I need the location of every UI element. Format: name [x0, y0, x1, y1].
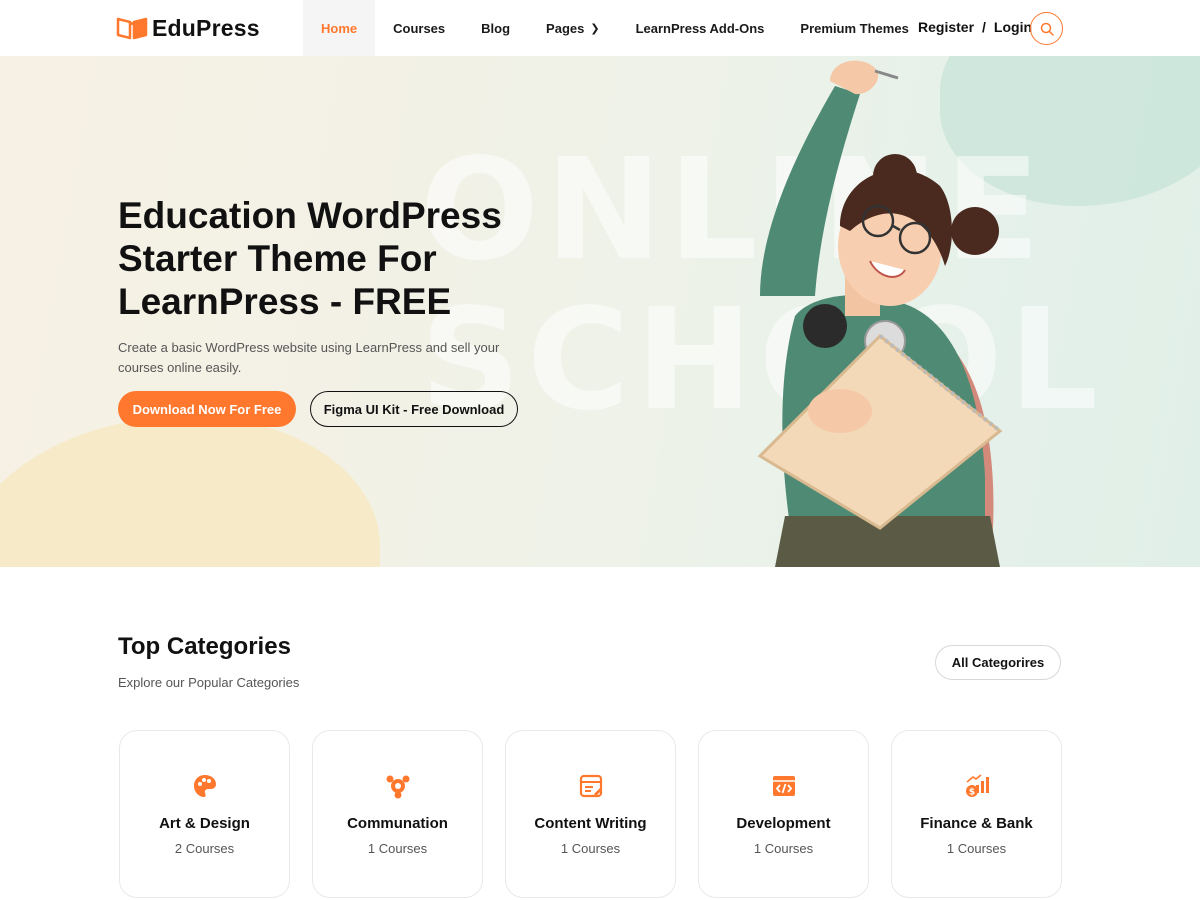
writing-icon: [578, 773, 604, 799]
nav-item-premium-themes[interactable]: Premium Themes: [782, 0, 926, 56]
section-title: Top Categories: [118, 633, 291, 660]
category-card-art-design[interactable]: Art & Design 2 Courses: [119, 730, 290, 898]
palette-icon: [192, 773, 218, 799]
nav-item-home[interactable]: Home: [303, 0, 376, 56]
nav-item-blog[interactable]: Blog: [463, 0, 528, 56]
auth-links: Register / Login: [918, 19, 1032, 35]
student-illustration: [757, 60, 1003, 567]
category-card-development[interactable]: Development 1 Courses: [698, 730, 869, 898]
hero-subtitle: Create a basic WordPress website using L…: [118, 340, 500, 375]
finance-icon: $: [964, 773, 990, 799]
nav-label: Pages: [546, 20, 585, 36]
category-name: Art & Design: [159, 815, 250, 832]
category-count: 1 Courses: [367, 841, 428, 856]
category-name: Development: [736, 815, 831, 832]
search-icon: [1040, 22, 1054, 36]
hero-title: Education WordPress Starter Theme For Le…: [118, 195, 502, 322]
nav-label: LearnPress Add-Ons: [635, 20, 765, 36]
figma-kit-button[interactable]: Figma UI Kit - Free Download: [310, 391, 518, 427]
nav-label: Blog: [481, 20, 511, 36]
download-free-button[interactable]: Download Now For Free: [118, 391, 296, 427]
decorative-blob: [0, 416, 380, 567]
section-subtitle: Explore our Popular Categories: [118, 675, 300, 690]
category-name: Communation: [347, 815, 448, 832]
hero-section: ONLINE SCHOOL Education WordPress Starte…: [0, 56, 1200, 567]
nav-label: Premium Themes: [800, 20, 909, 36]
book-logo-icon: [116, 17, 148, 40]
category-card-finance-bank[interactable]: $ Finance & Bank 1 Courses: [891, 730, 1062, 898]
category-list: Art & Design 2 Courses Communation 1 Cou…: [119, 730, 1062, 898]
category-card-communication[interactable]: Communation 1 Courses: [312, 730, 483, 898]
register-link[interactable]: Register: [918, 19, 974, 35]
search-button[interactable]: [1030, 12, 1063, 45]
all-categories-button[interactable]: All Categorires: [935, 645, 1061, 680]
category-count: 1 Courses: [753, 841, 814, 856]
login-link[interactable]: Login: [994, 19, 1032, 35]
main-nav: Home Courses Blog Pages ❯ LearnPress Add-…: [303, 0, 927, 56]
logo[interactable]: EduPress: [116, 14, 260, 42]
nav-item-learnpress-addons[interactable]: LearnPress Add-Ons: [618, 0, 783, 56]
svg-text:$: $: [968, 788, 974, 798]
category-name: Content Writing: [534, 815, 647, 832]
brand-name: EduPress: [152, 14, 260, 41]
nav-label: Home: [321, 20, 358, 36]
category-card-content-writing[interactable]: Content Writing 1 Courses: [505, 730, 676, 898]
nav-item-pages[interactable]: Pages ❯: [528, 0, 618, 56]
category-count: 2 Courses: [174, 841, 235, 856]
nav-label: Courses: [393, 20, 446, 36]
category-name: Finance & Bank: [920, 815, 1033, 832]
category-count: 1 Courses: [560, 841, 621, 856]
category-count: 1 Courses: [946, 841, 1007, 856]
communication-icon: [385, 773, 411, 799]
chevron-right-icon: ❯: [590, 22, 600, 35]
code-icon: [771, 773, 797, 799]
nav-item-courses[interactable]: Courses: [375, 0, 463, 56]
site-header: EduPress Home Courses Blog Pages ❯ LearnP…: [0, 0, 1200, 56]
auth-separator: /: [982, 19, 986, 35]
